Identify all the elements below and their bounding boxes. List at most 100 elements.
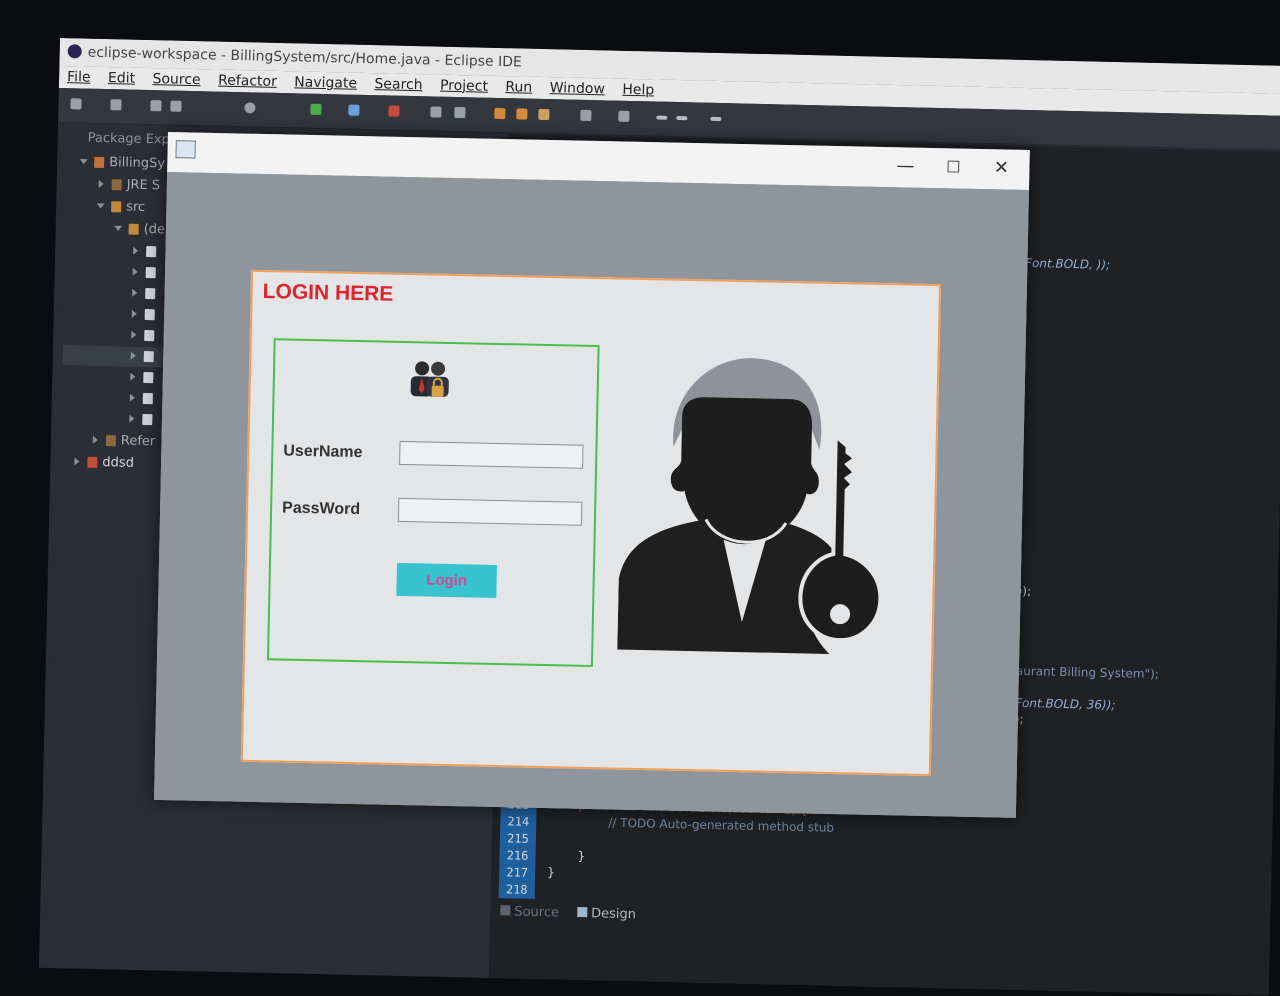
package-explorer-tab[interactable]: Package Exp — [87, 129, 171, 151]
collapse-arrow-icon[interactable] — [130, 372, 136, 381]
collapse-arrow-icon[interactable] — [92, 435, 98, 444]
code-line: } — [577, 848, 586, 864]
tree-label: Refer — [120, 433, 156, 450]
line-number: 216 — [499, 847, 536, 865]
collapse-arrow-icon[interactable] — [74, 457, 80, 466]
tree-item-ddsd[interactable]: ddsd — [74, 452, 134, 473]
login-window: — ☐ ✕ LOGIN HERE UserName PassWord Login — [154, 132, 1030, 818]
login-button[interactable]: Login — [396, 562, 498, 598]
terminate-icon[interactable] — [388, 105, 400, 117]
tree-label: src — [126, 199, 146, 215]
menu-project[interactable]: Project — [440, 78, 488, 95]
menu-refactor[interactable]: Refactor — [218, 73, 277, 90]
ide-window-title: eclipse-workspace - BillingSystem/src/Ho… — [87, 44, 522, 71]
search-tool-icon[interactable] — [580, 109, 592, 122]
login-window-content: LOGIN HERE UserName PassWord Login — [154, 171, 1029, 818]
username-input[interactable] — [399, 440, 584, 469]
print-icon[interactable] — [170, 100, 182, 112]
java-app-icon — [175, 140, 196, 159]
login-panel: LOGIN HERE UserName PassWord Login — [240, 269, 941, 777]
user-key-icon — [617, 358, 883, 654]
tree-item-java-file[interactable] — [131, 326, 159, 347]
expand-arrow-icon[interactable] — [79, 158, 88, 165]
tree-item-referenced-libraries[interactable]: Refer — [92, 431, 156, 452]
back-arrow-icon[interactable] — [656, 115, 668, 120]
tree-label: JRE S — [126, 177, 161, 194]
back-history-icon[interactable] — [676, 116, 688, 121]
design-icon — [576, 906, 588, 918]
login-form: UserName PassWord Login — [266, 338, 600, 668]
menu-edit[interactable]: Edit — [108, 70, 135, 87]
project-icon — [87, 456, 98, 468]
new-icon[interactable] — [70, 98, 82, 110]
line-number: 217 — [498, 864, 536, 882]
tab-design[interactable]: Design — [576, 906, 637, 923]
source-folder-icon — [111, 201, 122, 213]
library-icon — [111, 179, 122, 191]
tree-item-default-package[interactable]: (de — [114, 219, 165, 240]
tab-source[interactable]: Source — [500, 904, 560, 921]
save-icon[interactable] — [110, 99, 122, 111]
tree-item-java-file[interactable] — [133, 242, 161, 263]
collapse-arrow-icon[interactable] — [129, 393, 135, 402]
collapse-arrow-icon[interactable] — [98, 179, 104, 189]
login-heading: LOGIN HERE — [262, 280, 394, 306]
outline-icon[interactable] — [618, 110, 630, 122]
collapse-arrow-icon[interactable] — [132, 267, 138, 276]
edit-icon[interactable] — [538, 108, 550, 121]
password-label: PassWord — [281, 499, 361, 519]
open-type-icon[interactable] — [430, 106, 442, 118]
collapse-arrow-icon[interactable] — [132, 288, 138, 297]
line-number: 215 — [499, 830, 537, 849]
refresh-icon[interactable] — [454, 106, 466, 119]
library-icon — [105, 435, 116, 447]
tree-item-java-file[interactable] — [129, 389, 158, 410]
tree-item-java-file[interactable] — [132, 284, 160, 305]
tree-item-billingsystem[interactable]: BillingSy — [79, 153, 166, 175]
maximize-button[interactable]: ☐ — [933, 154, 974, 181]
collapse-arrow-icon[interactable] — [130, 351, 136, 360]
tree-label: ddsd — [102, 455, 135, 471]
java-file-icon — [145, 267, 156, 279]
tree-label: BillingSy — [109, 155, 166, 172]
tab-source-label: Source — [514, 904, 560, 921]
collapse-arrow-icon[interactable] — [131, 330, 137, 339]
expand-arrow-icon[interactable] — [96, 203, 105, 209]
debug-icon[interactable] — [244, 102, 256, 114]
open-folder-icon[interactable] — [494, 107, 506, 120]
tree-item-java-file[interactable] — [130, 368, 158, 389]
collapse-arrow-icon[interactable] — [129, 414, 135, 423]
forward-arrow-icon[interactable] — [710, 116, 722, 122]
minimize-button[interactable]: — — [885, 153, 926, 180]
menu-window[interactable]: Window — [549, 80, 605, 97]
code-line: Font.BOLD, )); — [1024, 255, 1111, 272]
tree-item-jre[interactable]: JRE S — [98, 175, 160, 196]
open-resource-icon[interactable] — [516, 108, 528, 120]
menu-file[interactable]: File — [67, 69, 91, 86]
save-all-icon[interactable] — [150, 100, 162, 112]
menu-source[interactable]: Source — [152, 71, 200, 88]
collapse-arrow-icon[interactable] — [131, 309, 137, 318]
password-input[interactable] — [397, 497, 583, 526]
collapse-arrow-icon[interactable] — [133, 246, 139, 255]
close-button[interactable]: ✕ — [981, 155, 1022, 182]
step-icon[interactable] — [348, 104, 360, 116]
users-lock-icon — [410, 361, 449, 397]
package-icon — [128, 223, 139, 235]
tab-design-label: Design — [590, 906, 637, 923]
tree-item-src[interactable]: src — [96, 197, 146, 218]
run-icon[interactable] — [310, 103, 322, 115]
expand-arrow-icon[interactable] — [114, 225, 123, 231]
menu-search[interactable]: Search — [374, 76, 422, 93]
tree-item-java-file[interactable] — [132, 263, 160, 284]
tree-item-java-file[interactable] — [131, 305, 160, 326]
menu-navigate[interactable]: Navigate — [294, 74, 357, 91]
menu-help[interactable]: Help — [622, 82, 654, 99]
java-file-icon — [144, 329, 155, 342]
tree-item-java-file[interactable] — [129, 410, 157, 431]
project-icon — [94, 156, 105, 169]
java-file-icon — [142, 392, 153, 405]
line-number: 214 — [500, 813, 537, 832]
java-file-icon — [145, 288, 156, 300]
menu-run[interactable]: Run — [505, 79, 532, 96]
